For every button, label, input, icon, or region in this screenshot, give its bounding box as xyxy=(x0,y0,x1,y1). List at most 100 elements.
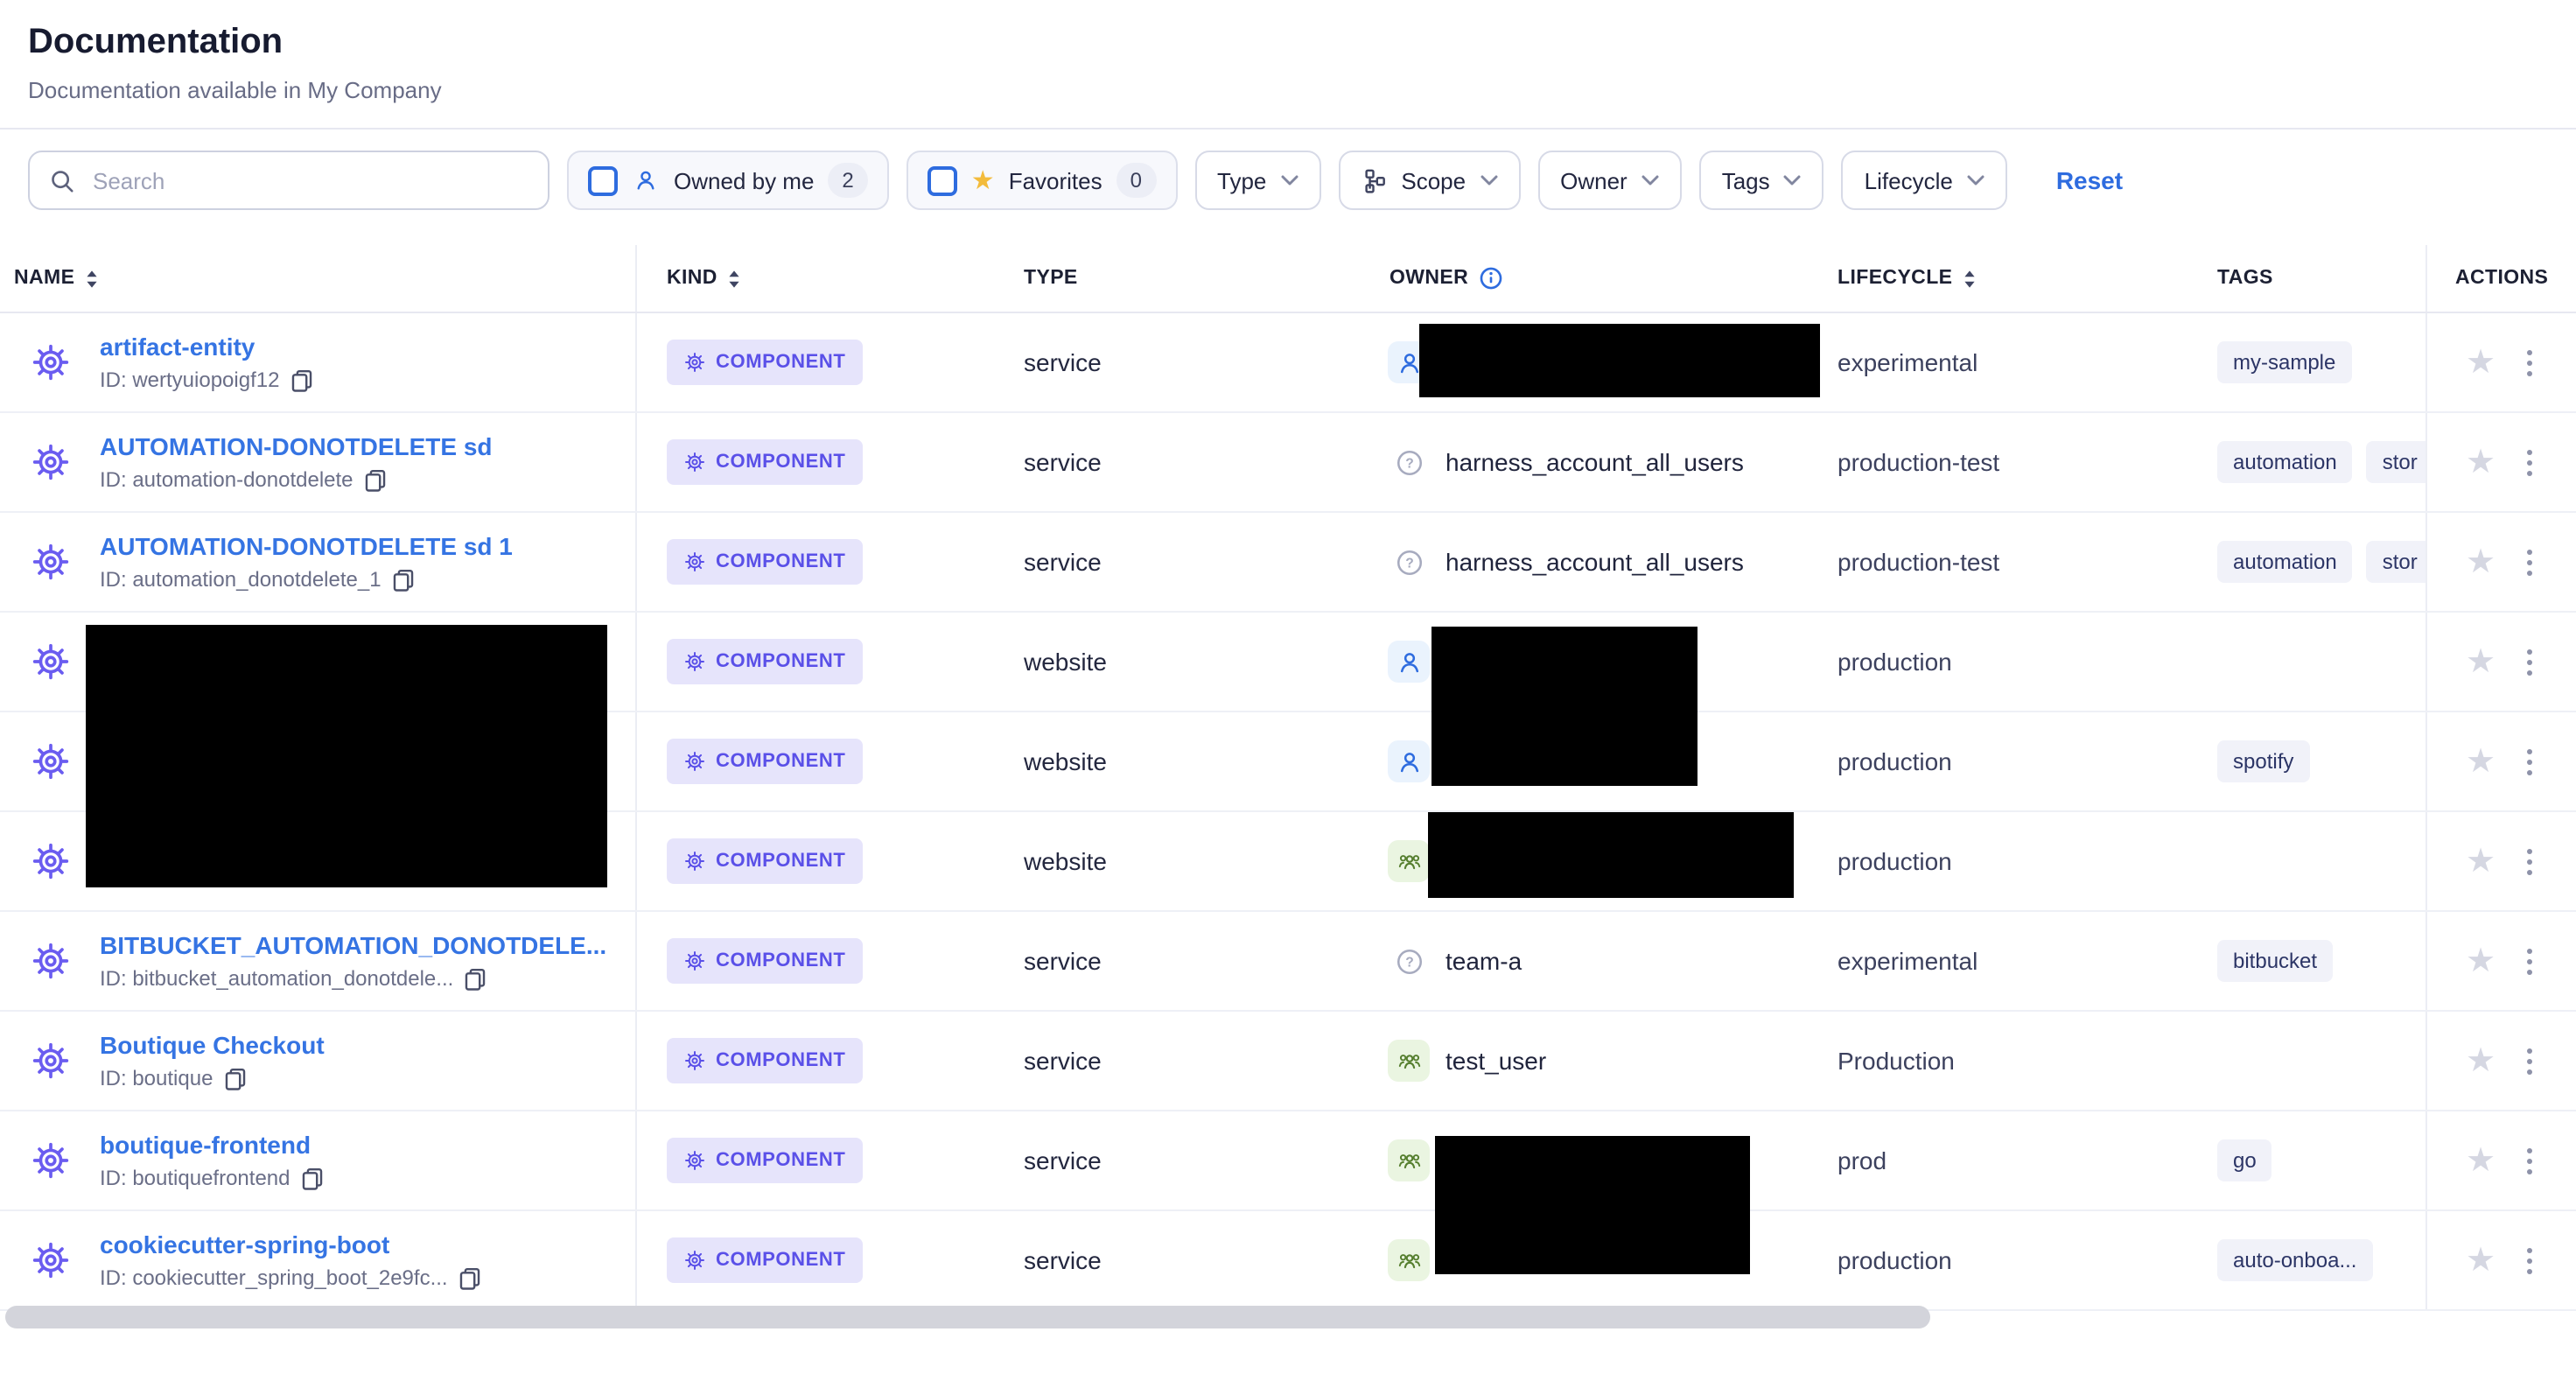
copy-icon[interactable] xyxy=(290,368,312,391)
owned-by-me-label: Owned by me xyxy=(674,167,814,193)
search-input[interactable] xyxy=(89,165,528,195)
actions-cell xyxy=(2426,513,2576,611)
tags-filter-label: Tags xyxy=(1722,167,1770,193)
kebab-menu-button[interactable] xyxy=(2524,545,2536,578)
column-header-lifecycle[interactable]: LIFECYCLE xyxy=(1838,245,2217,312)
owner-name: harness_account_all_users xyxy=(1446,448,1744,476)
entity-name-link[interactable]: AUTOMATION-DONOTDELETE sd 1 xyxy=(100,532,513,560)
entity-name-link[interactable]: AUTOMATION-DONOTDELETE sd xyxy=(100,432,493,460)
actions-cell xyxy=(2426,912,2576,1010)
lifecycle-cell: production xyxy=(1838,1246,2217,1274)
favorites-label: Favorites xyxy=(1009,167,1102,193)
owner-cell: team-a xyxy=(1377,940,1838,982)
tag-pill[interactable]: bitbucket xyxy=(2217,940,2333,982)
favorite-star-button[interactable] xyxy=(2466,1044,2496,1077)
kebab-menu-button[interactable] xyxy=(2524,346,2536,379)
search-box[interactable] xyxy=(28,151,550,210)
favorite-star-button[interactable] xyxy=(2466,1244,2496,1277)
kind-cell: COMPONENT xyxy=(637,439,1024,485)
actions-cell xyxy=(2426,413,2576,511)
horizontal-scrollbar-thumb[interactable] xyxy=(5,1306,1930,1328)
entity-name-link[interactable]: boutique-frontend xyxy=(100,1131,324,1159)
tags-filter-dropdown[interactable]: Tags xyxy=(1699,151,1824,210)
favorite-star-button[interactable] xyxy=(2466,944,2496,978)
table-row: artifact-entity ID: wertyuiopoigf12 COMP… xyxy=(0,313,2576,413)
favorites-checkbox[interactable] xyxy=(928,165,957,195)
tag-pill[interactable]: stor xyxy=(2367,541,2433,583)
tag-pill[interactable]: stor xyxy=(2367,441,2433,483)
tag-pill[interactable]: go xyxy=(2217,1139,2272,1181)
component-gear-icon xyxy=(684,1050,705,1071)
type-cell: service xyxy=(1024,947,1377,975)
redaction-box xyxy=(1428,812,1794,898)
favorite-star-button[interactable] xyxy=(2466,1144,2496,1177)
kebab-menu-button[interactable] xyxy=(2524,845,2536,878)
copy-icon[interactable] xyxy=(301,1167,324,1189)
favorite-star-button[interactable] xyxy=(2466,346,2496,379)
entity-name-link[interactable]: Boutique Checkout xyxy=(100,1031,325,1059)
kebab-menu-button[interactable] xyxy=(2524,1044,2536,1077)
tag-pill[interactable]: automation xyxy=(2217,441,2353,483)
entity-id: ID: boutiquefrontend xyxy=(100,1166,324,1190)
sort-icon[interactable] xyxy=(85,269,97,288)
kebab-menu-button[interactable] xyxy=(2524,645,2536,678)
entity-name-link[interactable]: BITBUCKET_AUTOMATION_DONOTDELE... xyxy=(100,931,606,959)
favorite-star-button[interactable] xyxy=(2466,645,2496,678)
table-row: boutique-frontend ID: boutiquefrontend C… xyxy=(0,1111,2576,1211)
kebab-menu-button[interactable] xyxy=(2524,944,2536,978)
actions-cell xyxy=(2426,313,2576,411)
entity-name-link[interactable]: cookiecutter-spring-boot xyxy=(100,1230,481,1258)
owned-by-me-filter-chip[interactable]: Owned by me 2 xyxy=(567,151,889,210)
kind-badge: COMPONENT xyxy=(667,639,863,684)
scope-hierarchy-icon xyxy=(1361,167,1387,193)
info-icon[interactable] xyxy=(1479,266,1503,291)
reset-filters-link[interactable]: Reset xyxy=(2056,166,2123,194)
copy-icon[interactable] xyxy=(223,1067,246,1090)
copy-icon[interactable] xyxy=(364,468,387,491)
component-gear-icon xyxy=(684,1250,705,1271)
owned-by-me-checkbox[interactable] xyxy=(588,165,618,195)
column-header-name[interactable]: NAME xyxy=(0,245,637,312)
favorite-star-button[interactable] xyxy=(2466,445,2496,479)
tag-pill[interactable]: spotify xyxy=(2217,740,2309,782)
chevron-down-icon xyxy=(1280,175,1298,186)
search-icon xyxy=(49,167,75,193)
tag-pill[interactable]: automation xyxy=(2217,541,2353,583)
favorites-star-icon xyxy=(971,167,995,193)
copy-icon[interactable] xyxy=(464,967,486,990)
entity-id: ID: boutique xyxy=(100,1066,325,1090)
person-icon xyxy=(1388,641,1430,683)
favorite-star-button[interactable] xyxy=(2466,845,2496,878)
lifecycle-cell: production xyxy=(1838,747,2217,775)
sort-icon[interactable] xyxy=(728,269,740,288)
favorites-filter-chip[interactable]: Favorites 0 xyxy=(906,151,1177,210)
scope-filter-label: Scope xyxy=(1401,167,1466,193)
kind-badge: COMPONENT xyxy=(667,938,863,984)
kebab-menu-button[interactable] xyxy=(2524,445,2536,479)
favorite-star-button[interactable] xyxy=(2466,745,2496,778)
entity-name-link[interactable]: artifact-entity xyxy=(100,333,312,361)
actions-cell xyxy=(2426,1211,2576,1309)
kebab-menu-button[interactable] xyxy=(2524,1144,2536,1177)
tag-pill[interactable]: my-sample xyxy=(2217,341,2351,383)
component-gear-icon xyxy=(684,1150,705,1171)
actions-cell xyxy=(2426,812,2576,910)
scope-filter-dropdown[interactable]: Scope xyxy=(1338,151,1520,210)
kebab-menu-button[interactable] xyxy=(2524,745,2536,778)
type-cell: service xyxy=(1024,1246,1377,1274)
copy-icon[interactable] xyxy=(458,1266,481,1289)
kebab-menu-button[interactable] xyxy=(2524,1244,2536,1277)
owner-filter-dropdown[interactable]: Owner xyxy=(1537,151,1682,210)
copy-icon[interactable] xyxy=(392,568,415,591)
table-row: BITBUCKET_AUTOMATION_DONOTDELE... ID: bi… xyxy=(0,912,2576,1012)
sort-icon[interactable] xyxy=(1963,269,1975,288)
column-header-kind[interactable]: KIND xyxy=(637,245,1024,312)
favorite-star-button[interactable] xyxy=(2466,545,2496,578)
type-filter-dropdown[interactable]: Type xyxy=(1194,151,1320,210)
tags-cell: automationstor xyxy=(2217,441,2426,483)
lifecycle-filter-dropdown[interactable]: Lifecycle xyxy=(1842,151,2007,210)
owner-filter-label: Owner xyxy=(1560,167,1628,193)
type-filter-label: Type xyxy=(1217,167,1266,193)
tag-pill[interactable]: auto-onboa... xyxy=(2217,1239,2372,1281)
kind-cell: COMPONENT xyxy=(637,739,1024,784)
